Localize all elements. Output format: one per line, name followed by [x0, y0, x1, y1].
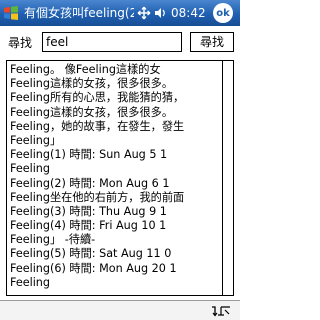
search-button[interactable]: 尋找 — [190, 32, 234, 52]
result-line: Feeling。 像Feeling這樣的女 — [10, 63, 161, 76]
result-line: Feeling坐在他的右前方，我的前面 — [10, 190, 185, 204]
keyboard-sip-icon[interactable] — [208, 303, 234, 319]
result-line: Feeling(1) 時間: Sun Aug 5 1 — [10, 148, 168, 162]
result-line: Feeling這樣的女孩，很多很多。 — [10, 105, 174, 119]
connectivity-icon[interactable] — [137, 6, 151, 20]
search-input[interactable]: feel — [42, 32, 182, 52]
result-lines: Feeling。 像Feeling這樣的女 Feeling這樣的女孩，很多很多。… — [10, 63, 220, 290]
result-line: Feeling所有的心思，我能猜的猜， — [10, 91, 185, 105]
result-line: Feeling」 — [10, 133, 62, 147]
search-label: 尋找 — [8, 36, 33, 50]
window-title: 有個女孩叫feeling(2 — [24, 6, 134, 20]
result-line: Feeling(4) 時間: Fri Aug 10 1 — [10, 219, 167, 233]
result-line: Feeling(6) 時間: Mon Aug 20 1 — [10, 261, 177, 275]
result-line: Feeling — [10, 162, 50, 176]
title-bar: 有個女孩叫feeling(2 08:42 ok — [0, 0, 240, 26]
result-line: Feeling(5) 時間: Sat Aug 11 0 — [10, 247, 172, 261]
windows-start-icon[interactable] — [0, 0, 22, 26]
volume-icon[interactable] — [153, 6, 167, 20]
result-line: Feeling(3) 時間: Thu Aug 9 1 — [10, 204, 167, 218]
clock[interactable]: 08:42 — [171, 0, 209, 26]
result-text-area[interactable]: Feeling。 像Feeling這樣的女 Feeling這樣的女孩，很多很多。… — [6, 60, 234, 296]
ok-button[interactable]: ok — [213, 3, 233, 23]
result-line: Feeling」 -待續- — [10, 233, 96, 247]
result-line: Feeling — [10, 275, 50, 289]
result-line: Feeling，她的故事，在發生，發生 — [10, 119, 185, 133]
vertical-scrollbar[interactable] — [222, 61, 233, 295]
result-line: Feeling這樣的女孩，很多很多。 — [10, 77, 174, 91]
command-bar — [0, 300, 240, 320]
result-line: Feeling(2) 時間: Mon Aug 6 1 — [10, 176, 170, 190]
